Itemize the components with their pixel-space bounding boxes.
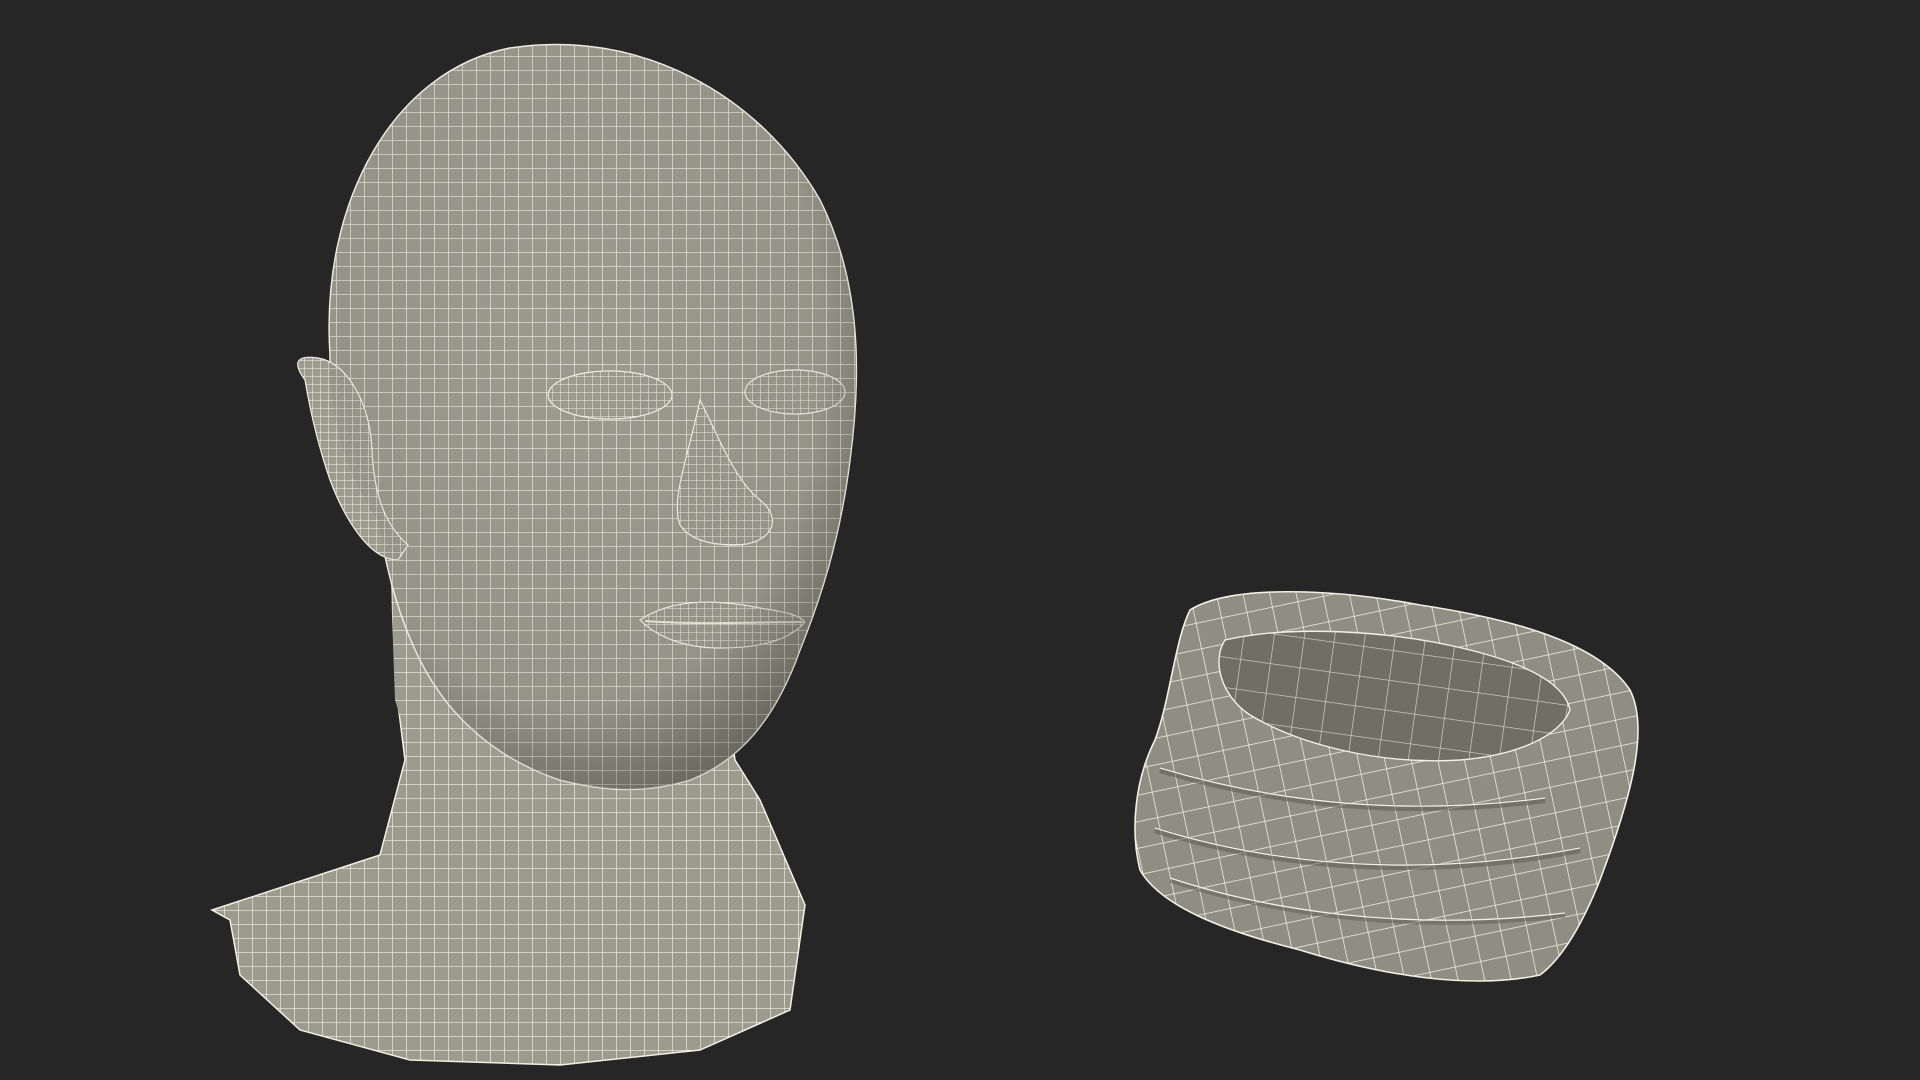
scene-canvas [210,43,1639,1066]
render-viewport [0,0,1920,1080]
neck-gaiter-model[interactable] [1134,590,1639,982]
head-bust-model[interactable] [210,43,858,1066]
